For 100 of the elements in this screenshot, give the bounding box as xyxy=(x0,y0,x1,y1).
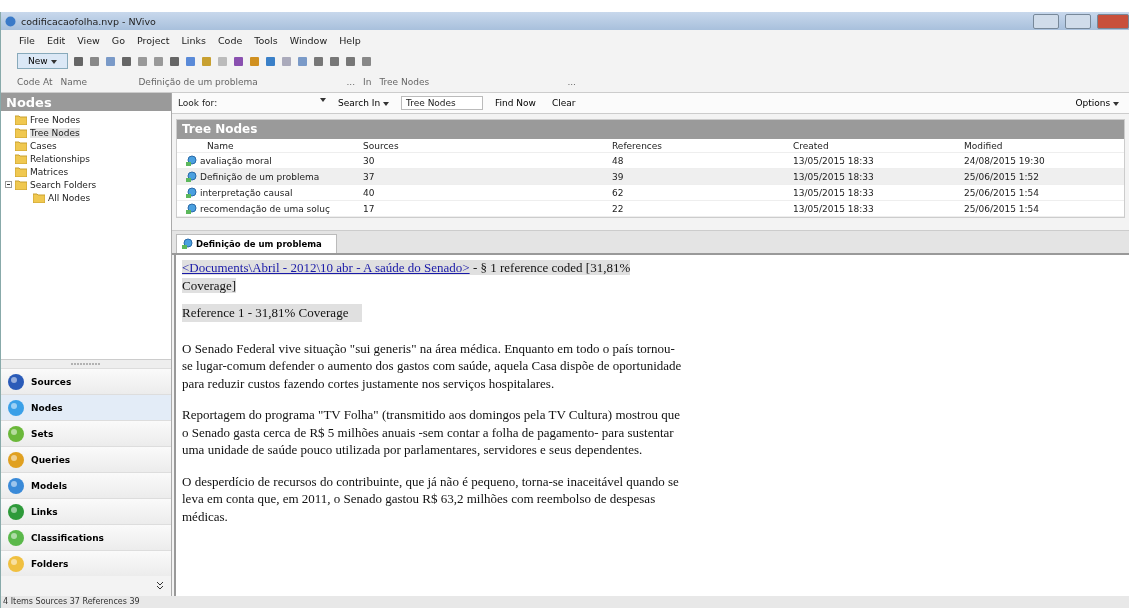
table-row[interactable]: interpretação causal 40 62 13/05/2015 18:33 25/06/2015 1:54 xyxy=(177,185,1124,201)
table-cell-text: 25/06/2015 1:54 xyxy=(963,203,1040,214)
table-cell-text: 13/05/2015 18:33 xyxy=(792,203,875,214)
document-tab[interactable]: Definição de um problema xyxy=(176,234,337,253)
menu-item[interactable]: Tools xyxy=(254,34,278,46)
paragraph: O Senado Federal vive situação "sui generis" na área médica. Enquanto em todo o país tornou-se lugar-comum defender o aumento dos gastos com saúde, aquela Casa dispõe de oportunidade para reduzir custos fazendo cortes justamente nos serviços hospitalares. xyxy=(182,339,682,392)
collapse-icon[interactable] xyxy=(5,181,12,188)
restore-button[interactable] xyxy=(1065,13,1091,29)
menu-item[interactable]: Project xyxy=(137,34,170,46)
column-header[interactable]: References xyxy=(608,140,789,151)
table-row[interactable]: recomendação de uma soluç 17 22 13/05/2015 18:33 25/06/2015 1:54 xyxy=(177,201,1124,217)
in-label: In xyxy=(363,77,372,87)
paragraph: Reportagem do programa "TV Folha" (transmitido aos domingos pela TV Cultura) mostrou que o Senado gasta cerca de R$ 5 milhões anuais -sem contar a folha de pagamento- para sustentar uma unidade de saúde pouco utilizada por parlamentares, servidores e seus dependentes. xyxy=(182,406,682,459)
nav-button[interactable]: Nodes xyxy=(1,394,171,420)
circle-icon xyxy=(7,398,25,417)
source-link[interactable]: <Documents\Abril - 2012\10 abr - A saúde do Senado> xyxy=(182,260,470,275)
minimize-button[interactable] xyxy=(1033,13,1059,29)
column-header[interactable]: Modified xyxy=(960,140,1124,151)
nav-button[interactable]: Sources xyxy=(1,368,171,394)
toolbar-icon[interactable] xyxy=(184,55,196,67)
browse-button[interactable]: ... xyxy=(346,77,356,87)
dropdown[interactable]: Name xyxy=(60,77,131,87)
toolbar-icon[interactable] xyxy=(168,55,180,67)
tree-item[interactable]: Tree Nodes xyxy=(30,127,80,138)
tree-item[interactable]: Cases xyxy=(30,140,57,151)
nav-button[interactable]: Classifications xyxy=(1,524,171,550)
menu-item[interactable]: Edit xyxy=(46,34,66,46)
tree-item[interactable]: Relationships xyxy=(30,153,90,164)
app-icon xyxy=(5,15,16,27)
table-cell-text: 48 xyxy=(611,155,625,166)
toolbar-icon[interactable] xyxy=(328,55,340,67)
list-title: Tree Nodes xyxy=(177,120,1124,139)
code-at-label: Code At xyxy=(17,77,53,87)
toolbar-icon[interactable] xyxy=(232,55,244,67)
menu-item[interactable]: File xyxy=(19,34,35,46)
nav-button[interactable]: Sets xyxy=(1,420,171,446)
table-cell-text: 25/06/2015 1:52 xyxy=(963,171,1040,182)
window-title: codificacaofolha.nvp - NVivo xyxy=(21,15,157,27)
toolbar-icon[interactable] xyxy=(312,55,324,67)
tree-item[interactable]: Free Nodes xyxy=(30,114,81,125)
find-now-button[interactable]: Find Now xyxy=(491,98,540,108)
dropdown[interactable]: Tree Nodes xyxy=(379,77,560,87)
toolbar-icon[interactable] xyxy=(120,55,132,67)
menu-item[interactable]: Window xyxy=(289,34,328,46)
table-cell: interpretação causal xyxy=(200,187,293,198)
column-header[interactable]: Name xyxy=(177,140,359,151)
tree-item[interactable]: Search Folders xyxy=(30,179,97,190)
close-button[interactable] xyxy=(1097,13,1129,29)
toolbar-icon[interactable] xyxy=(136,55,148,67)
menu-item[interactable]: Help xyxy=(339,34,361,46)
toolbar-icon[interactable] xyxy=(200,55,212,67)
paragraph: O desperdício de recursos do contribuinte, que já não é pequeno, torna-se inaceitável quando se leva em conta que, em 2011, o Senado gastou R$ 63,2 milhões com reembolso de despesas médicas. xyxy=(182,472,680,525)
toolbar-icon[interactable] xyxy=(344,55,356,67)
search-in-button[interactable]: Search In xyxy=(334,98,393,108)
menu-item[interactable]: View xyxy=(77,34,100,46)
toolbar-icon[interactable] xyxy=(152,55,164,67)
source-header: <Documents\Abril - 2012\10 abr - A saúde do Senado> - § 1 reference coded [31,81% Coverage] xyxy=(182,259,632,294)
table-cell: avaliação moral xyxy=(200,155,272,166)
toolbar-icon[interactable] xyxy=(296,55,308,67)
menu-item[interactable]: Links xyxy=(181,34,206,46)
status-bar: 4 Items Sources 37 References 39 xyxy=(1,596,1129,608)
browse-button[interactable]: ... xyxy=(567,77,576,87)
node-icon xyxy=(185,170,197,183)
menu-item[interactable]: Code xyxy=(217,34,243,46)
search-scope-field[interactable]: Tree Nodes xyxy=(401,96,483,110)
node-icon xyxy=(185,154,197,167)
table-cell-text: 37 xyxy=(362,171,376,182)
table-cell-text: 25/06/2015 1:54 xyxy=(963,187,1040,198)
dropdown[interactable]: Definição de um problema xyxy=(138,77,339,87)
look-for-label: Look for: xyxy=(178,98,218,108)
toolbar-icon[interactable] xyxy=(264,55,276,67)
table-cell: recomendação de uma soluç xyxy=(200,203,330,214)
table-cell-text: 13/05/2015 18:33 xyxy=(792,155,875,166)
toolbar-icon[interactable] xyxy=(104,55,116,67)
toolbar-icon[interactable] xyxy=(248,55,260,67)
options-button[interactable]: Options xyxy=(1071,98,1123,108)
table-cell-text: 13/05/2015 18:33 xyxy=(792,187,875,198)
toolbar-icon[interactable] xyxy=(360,55,372,67)
menu-item[interactable]: Go xyxy=(111,34,126,46)
new-button[interactable]: New xyxy=(17,53,68,69)
table-cell-text: 22 xyxy=(611,203,625,214)
nav-button[interactable]: Folders xyxy=(1,550,171,576)
dropdown-arrow-icon[interactable] xyxy=(320,98,326,102)
panel-title: Nodes xyxy=(1,93,171,111)
tree-item[interactable]: Matrices xyxy=(30,166,69,177)
table-row[interactable]: Definição de um problema 37 39 13/05/2015 18:33 25/06/2015 1:52 xyxy=(177,169,1124,185)
nav-button[interactable]: Models xyxy=(1,472,171,498)
tree-item[interactable]: All Nodes xyxy=(48,192,91,203)
chevron-icon[interactable] xyxy=(157,581,163,591)
nav-button[interactable]: Links xyxy=(1,498,171,524)
nav-button[interactable]: Queries xyxy=(1,446,171,472)
table-cell-text: 24/08/2015 19:30 xyxy=(963,155,1046,166)
column-header[interactable]: Created xyxy=(789,140,960,151)
toolbar-icon[interactable] xyxy=(72,55,84,67)
column-header[interactable]: Sources xyxy=(359,140,608,151)
table-cell-text: 17 xyxy=(362,203,376,214)
clear-button[interactable]: Clear xyxy=(547,98,580,108)
toolbar-icon[interactable] xyxy=(88,55,100,67)
table-cell-text: 39 xyxy=(611,171,625,182)
table-cell-text: 13/05/2015 18:33 xyxy=(792,171,875,182)
